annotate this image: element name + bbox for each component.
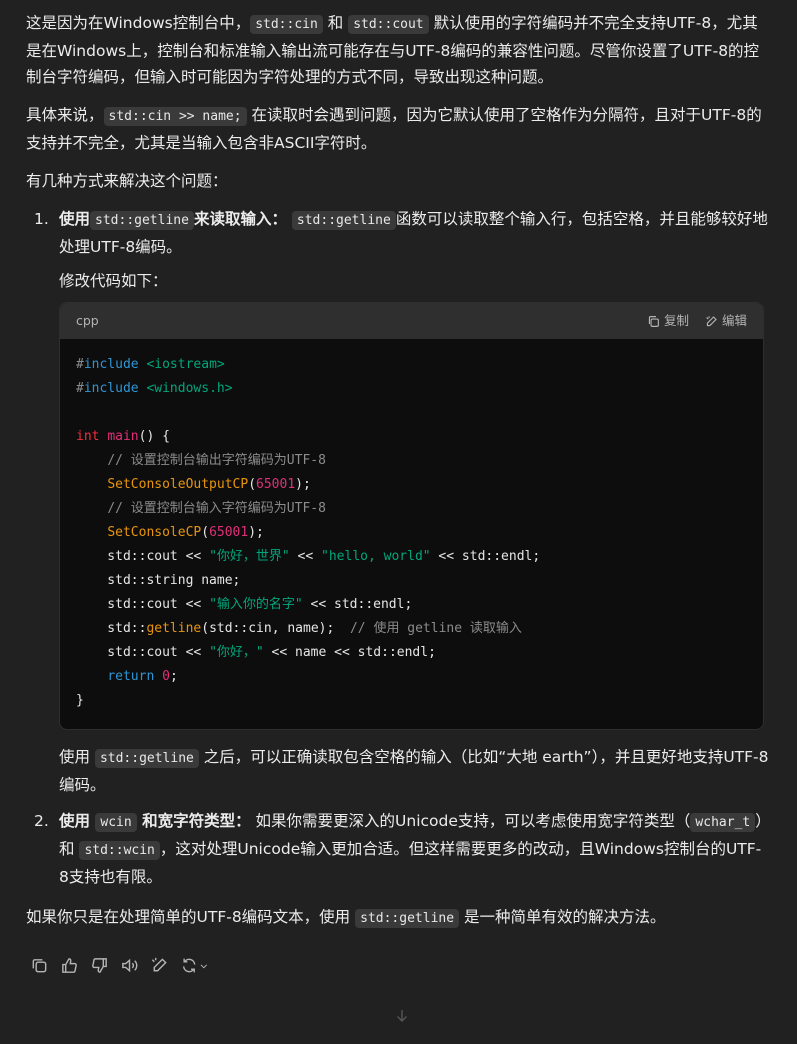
edit-icon <box>151 957 167 972</box>
list-number: 1. <box>34 210 49 228</box>
inline-code: std::cin <box>250 15 323 34</box>
inline-code: std::wcin <box>79 841 160 860</box>
copy-label: 复制 <box>663 313 689 328</box>
item-subtext: 修改代码如下： <box>59 272 168 290</box>
edit-code-button[interactable]: 编辑 <box>705 308 747 334</box>
text: 这是因为在Windows控制台中， <box>26 14 251 32</box>
thumbs-up-button[interactable] <box>60 956 79 975</box>
arrow-down-icon <box>397 1010 407 1022</box>
thumbs-up-icon <box>62 958 77 973</box>
edit-button[interactable] <box>150 956 169 975</box>
regenerate-icon <box>182 958 196 973</box>
bold-text: 使用 <box>59 812 96 830</box>
list-item: 2. 使用 wcin 和宽字符类型： 如果你需要更深入的Unicode支持，可以… <box>26 808 771 890</box>
edit-icon <box>706 315 717 326</box>
inline-code: wchar_t <box>690 813 756 832</box>
scroll-down-button[interactable] <box>394 1006 410 1022</box>
text: 是一种简单有效的解决方法。 <box>459 908 666 926</box>
list-item: 1. 使用 std::getline 来读取输入： std::getline 函数可以… <box>26 206 771 798</box>
inline-code: std::getline <box>291 211 396 230</box>
speaker-icon <box>122 958 138 973</box>
copy-code-button[interactable]: 复制 <box>647 308 689 334</box>
bold-text: 使用 <box>59 210 91 228</box>
inline-code: std::cout <box>348 15 429 34</box>
inline-code: std::getline <box>94 749 199 768</box>
bold-text: 来读取输入： <box>193 210 287 228</box>
item-after-text: 使用 std::getline 之后，可以正确读取包含空格的输入（比如“大地 e… <box>59 744 771 798</box>
text: ，这对处理Unicode输入更加合适。但这样需要更多的改动，且Windows控制… <box>59 840 762 886</box>
paragraph-1: 这是因为在Windows控制台中， std::cin 和 std::cout 默认… <box>26 10 771 90</box>
text: 使用 <box>59 748 95 766</box>
copy-button[interactable] <box>30 956 49 975</box>
item-text: 使用 wcin 和宽字符类型： 如果你需要更深入的Unicode支持，可以考虑使… <box>59 808 771 890</box>
text: 具体来说， <box>26 106 104 124</box>
edit-label: 编辑 <box>721 313 747 328</box>
copy-icon <box>648 315 659 327</box>
text: 如果你只是在处理简单的UTF-8编码文本，使用 <box>26 908 356 926</box>
paragraph-3: 有几种方式来解决这个问题： <box>26 172 228 190</box>
inline-code: wcin <box>95 813 137 832</box>
text: 和 <box>322 14 349 32</box>
assistant-message: 这是因为在Windows控制台中， std::cin 和 std::cout 默认… <box>26 10 771 944</box>
message-actions <box>30 956 210 975</box>
inline-code: std::getline <box>355 909 460 928</box>
text: 如果你需要更深入的Unicode支持，可以考虑使用宽字符类型（ <box>250 812 691 830</box>
code-block: cpp 复制 编辑 #include <iostream> #include <… <box>59 302 764 730</box>
chevron-down-icon <box>200 964 208 968</box>
regenerate-button[interactable] <box>180 956 210 975</box>
copy-icon <box>32 959 47 973</box>
list-number: 2. <box>34 812 49 830</box>
thumbs-down-button[interactable] <box>90 956 109 975</box>
read-aloud-button[interactable] <box>120 956 139 975</box>
solution-list: 1. 使用 std::getline 来读取输入： std::getline 函数可以… <box>26 206 771 890</box>
paragraph-2: 具体来说， std::cin >> name; 在读取时会遇到问题，因为它默认使用… <box>26 102 771 156</box>
inline-code: std::cin >> name; <box>103 107 247 126</box>
item-text: 使用 std::getline 来读取输入： std::getline 函数可以读取整… <box>59 206 771 260</box>
code-language: cpp <box>76 313 99 328</box>
inline-code: std::getline <box>90 211 194 230</box>
code-content: #include <iostream> #include <windows.h>… <box>76 357 541 708</box>
code-header: cpp 复制 编辑 <box>60 303 763 339</box>
thumbs-down-icon <box>92 958 107 973</box>
bold-text: 和宽字符类型： <box>136 812 251 830</box>
final-paragraph: 如果你只是在处理简单的UTF-8编码文本，使用 std::getline 是一种… <box>26 904 771 932</box>
